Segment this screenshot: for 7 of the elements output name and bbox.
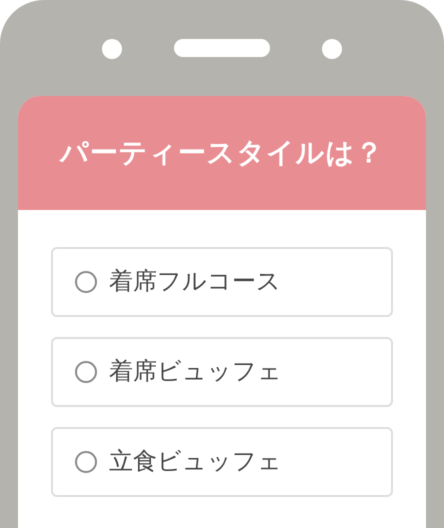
option-button[interactable]: 着席フルコース	[51, 247, 393, 317]
radio-button[interactable]	[75, 271, 97, 293]
question-title: パーティースタイルは？	[60, 136, 384, 170]
radio-button[interactable]	[75, 361, 97, 383]
radio-button[interactable]	[75, 451, 97, 473]
option-button[interactable]: 着席ビュッフェ	[51, 337, 393, 407]
option-button[interactable]: 立食ビュッフェ	[51, 427, 393, 497]
